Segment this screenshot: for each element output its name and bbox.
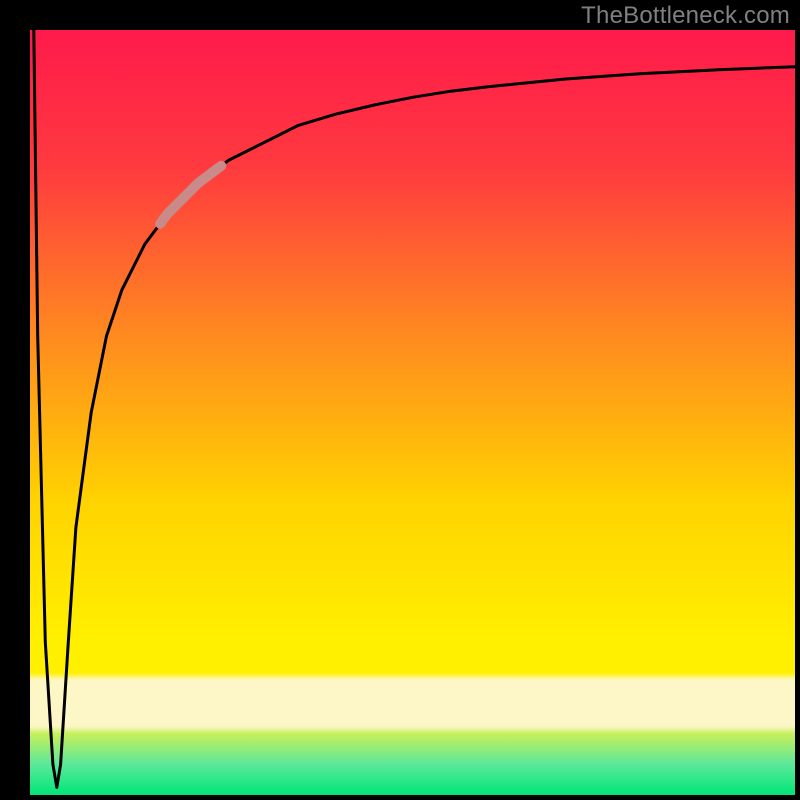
chart-frame: TheBottleneck.com [0, 0, 800, 800]
watermark-text: TheBottleneck.com [581, 2, 790, 30]
highlight-segment-path [160, 166, 221, 224]
bottleneck-curve-path [34, 30, 795, 787]
curve-layer [30, 30, 795, 795]
plot-area [30, 30, 795, 795]
